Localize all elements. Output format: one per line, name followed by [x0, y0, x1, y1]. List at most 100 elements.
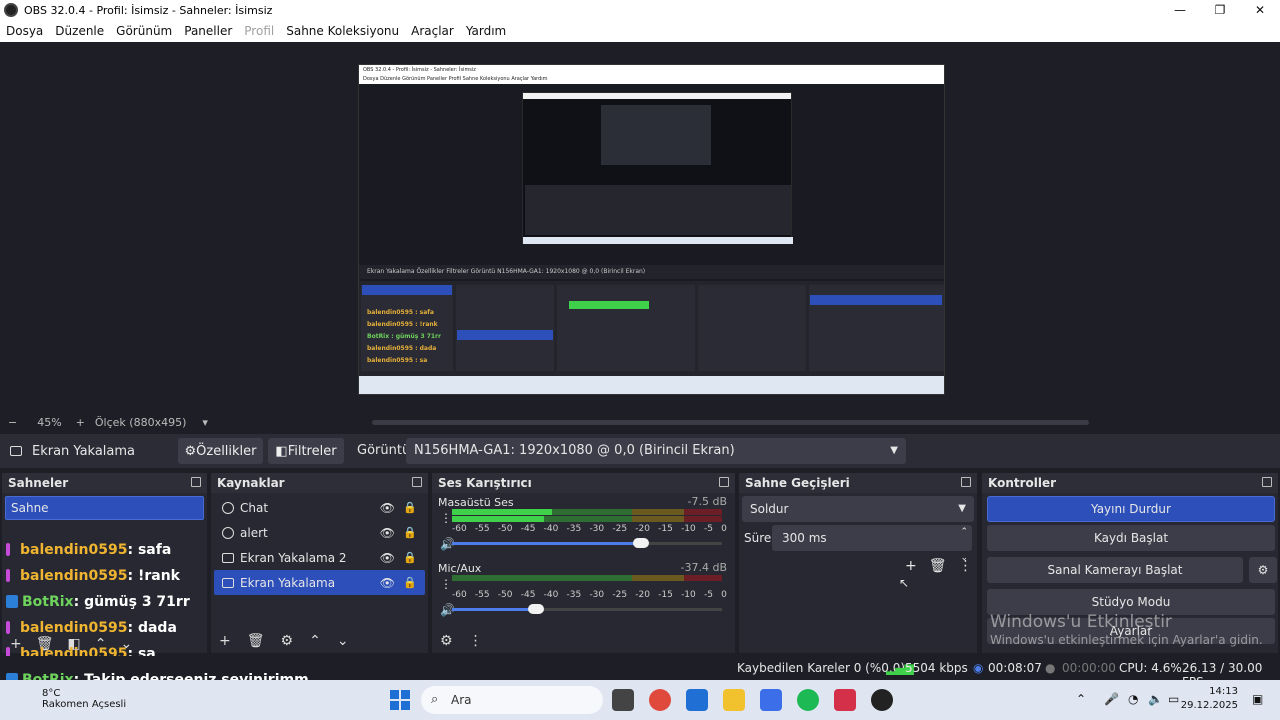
source-item-chat[interactable]: Chat 👁 🔒: [214, 495, 425, 520]
scene-item[interactable]: Sahne: [5, 496, 204, 520]
undock-icon[interactable]: [961, 477, 971, 487]
source-item-ekran-yakalama-2[interactable]: Ekran Yakalama 2 👁 🔒: [214, 545, 425, 570]
nested-chat-2: balendin0595 : !rank: [367, 321, 438, 328]
zoom-out-button[interactable]: −: [8, 416, 17, 429]
undock-icon[interactable]: [191, 477, 201, 487]
chat-line: BotRix: gümüş 3 71rr: [6, 594, 190, 610]
microphone-icon[interactable]: 🎤: [1104, 692, 1119, 706]
weather-temp: 8°C: [42, 688, 61, 699]
chrome-icon[interactable]: [649, 689, 671, 711]
scale-dropdown-icon[interactable]: ▾: [202, 416, 208, 429]
nested-meter: [569, 301, 649, 309]
trash-icon[interactable]: 🗑: [247, 633, 265, 649]
source-item-alert[interactable]: alert 👁 🔒: [214, 520, 425, 545]
store-icon[interactable]: [686, 689, 708, 711]
more-vertical-icon[interactable]: ⋮: [959, 558, 973, 574]
start-recording-button[interactable]: Kaydı Başlat: [987, 525, 1275, 551]
notification-icon[interactable]: ▣: [1252, 692, 1263, 706]
nested-transitions: [698, 285, 806, 371]
more-vertical-icon[interactable]: ⋮: [469, 633, 483, 649]
menu-help[interactable]: Yardım: [460, 24, 512, 38]
gear-icon[interactable]: ⚙: [281, 633, 294, 649]
battery-icon[interactable]: ▭: [1168, 692, 1179, 706]
nested-sources: [456, 285, 554, 371]
menu-tools[interactable]: Araçlar: [405, 24, 460, 38]
preview-scrollbar[interactable]: [372, 420, 1089, 425]
wifi-icon[interactable]: ◔: [1128, 692, 1138, 706]
duration-input[interactable]: 300 ms ⌃ ⌄: [772, 525, 972, 563]
properties-button[interactable]: ⚙ Özellikler: [178, 438, 263, 464]
undock-icon[interactable]: [1262, 477, 1272, 487]
app-icon[interactable]: [760, 689, 782, 711]
chat-line: balendin0595: dada: [6, 620, 177, 636]
lock-icon[interactable]: 🔒: [403, 551, 417, 564]
current-source-name: Ekran Yakalama: [32, 443, 136, 459]
weather-widget[interactable]: 8°C Rakomen Açsesli: [42, 688, 126, 710]
minimize-icon[interactable]: —: [1160, 0, 1200, 20]
arrow-up-icon[interactable]: ⌃: [309, 633, 321, 649]
arrow-down-icon[interactable]: ⌄: [337, 633, 349, 649]
nested-scene-selected: [362, 285, 452, 295]
preview-area[interactable]: OBS 32.0.4 - Profil: İsimsiz - Sahneler:…: [0, 42, 1280, 412]
folder-icon[interactable]: [723, 689, 745, 711]
more-vertical-icon[interactable]: ⋮: [440, 577, 452, 591]
maximize-icon[interactable]: ❐: [1200, 0, 1240, 20]
chevron-down-icon: ▼: [890, 445, 898, 456]
eye-icon[interactable]: 👁: [380, 551, 395, 565]
windows-start-icon[interactable]: [390, 690, 410, 710]
mixer-title: Ses Karıştırıcı: [438, 476, 532, 490]
taskbar-search[interactable]: ⌕ Ara: [421, 686, 603, 714]
eye-icon[interactable]: 👁: [380, 576, 395, 590]
filters-button[interactable]: ◧ Filtreler: [268, 438, 344, 464]
stop-stream-button[interactable]: Yayını Durdur: [987, 496, 1275, 522]
menu-file[interactable]: Dosya: [0, 24, 49, 38]
more-vertical-icon[interactable]: ⋮: [440, 511, 452, 525]
zoom-in-button[interactable]: +: [76, 416, 85, 429]
duration-value: 300 ms: [782, 531, 827, 545]
transition-select[interactable]: Soldur ▼: [742, 496, 974, 522]
cpu-usage: CPU: 4.6%: [1119, 661, 1182, 675]
meter-ticks: -60 -55 -50 -45 -40 -35 -30 -25 -20 -15 -10 -5 0: [452, 590, 727, 600]
window-controls: — ❐ ✕: [1160, 0, 1280, 20]
taskview-icon[interactable]: [612, 689, 634, 711]
volume-slider[interactable]: [452, 538, 722, 548]
eye-icon[interactable]: 👁: [380, 501, 395, 515]
gear-icon[interactable]: ⚙: [440, 633, 453, 649]
inner-titlebar: [523, 93, 791, 99]
add-icon[interactable]: +: [905, 558, 917, 574]
source-label: alert: [240, 525, 268, 540]
virtual-camera-settings-button[interactable]: ⚙: [1249, 557, 1277, 583]
record-time: 00:00:00: [1062, 661, 1116, 675]
lock-icon[interactable]: 🔒: [403, 501, 417, 514]
obs-taskbar-icon[interactable]: [871, 689, 893, 711]
source-item-ekran-yakalama[interactable]: Ekran Yakalama 👁 🔒: [214, 570, 425, 595]
menu-edit[interactable]: Düzenle: [49, 24, 110, 38]
lock-icon[interactable]: 🔒: [403, 526, 417, 539]
channel-name: Masaüstü Ses: [438, 496, 514, 509]
virtual-camera-button[interactable]: Sanal Kamerayı Başlat: [987, 557, 1243, 583]
nested-docks: balendin0595 : safa balendin0595 : !rank…: [359, 281, 944, 377]
menu-profile[interactable]: Profil: [238, 24, 280, 38]
spotify-icon[interactable]: [797, 689, 819, 711]
nested-chat-5: balendin0595 : sa: [367, 357, 428, 364]
sources-toolbar: + 🗑 ⚙ ⌃ ⌄: [219, 633, 349, 649]
menu-view[interactable]: Görünüm: [110, 24, 178, 38]
volume-icon[interactable]: 🔈: [1148, 692, 1163, 706]
menu-docks[interactable]: Paneller: [178, 24, 238, 38]
taskbar-clock[interactable]: 14:13 29.12.2025: [1181, 685, 1238, 713]
volume-slider[interactable]: [452, 604, 722, 614]
trash-icon[interactable]: 🗑: [929, 558, 947, 574]
lock-icon[interactable]: 🔒: [403, 576, 417, 589]
eye-icon[interactable]: 👁: [380, 526, 395, 540]
close-icon[interactable]: ✕: [1240, 0, 1280, 20]
search-icon: ⌕: [431, 692, 439, 707]
add-icon[interactable]: +: [219, 633, 231, 649]
app-icon[interactable]: [834, 689, 856, 711]
display-select[interactable]: N156HMA-GA1: 1920x1080 @ 0,0 (Birincil E…: [406, 438, 906, 464]
tray-chevron-icon[interactable]: ⌃: [1076, 692, 1086, 706]
channel-db: -7.5 dB: [687, 495, 728, 508]
undock-icon[interactable]: [412, 477, 422, 487]
menu-scene-collection[interactable]: Sahne Koleksiyonu: [280, 24, 405, 38]
undock-icon[interactable]: [719, 477, 729, 487]
chat-badge-icon: [6, 543, 10, 556]
